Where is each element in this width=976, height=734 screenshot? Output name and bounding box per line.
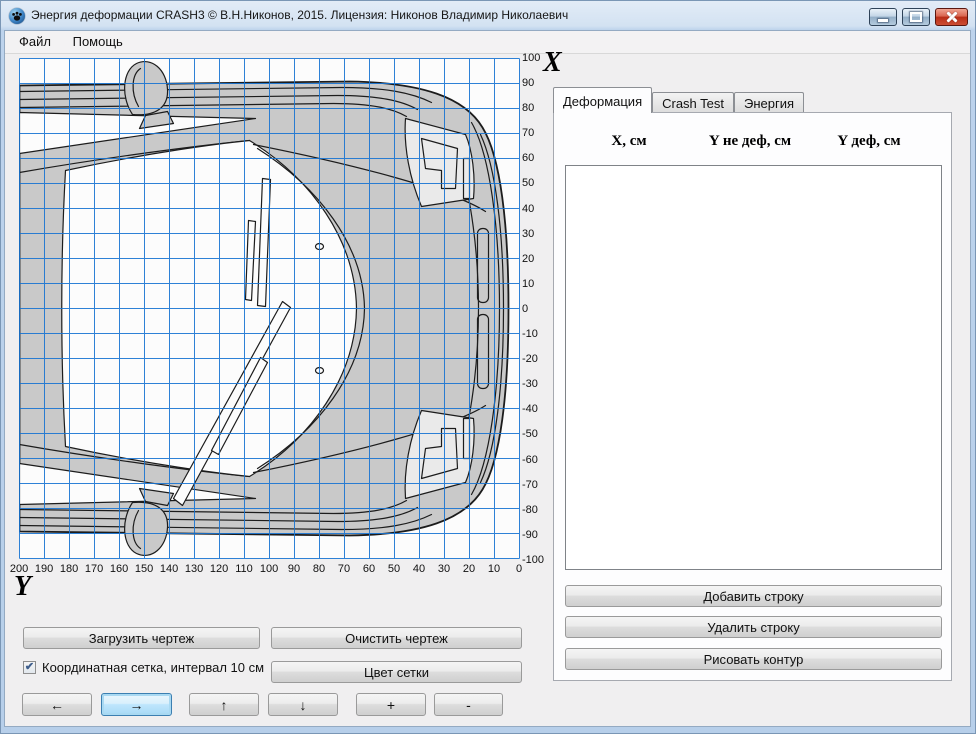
x-axis-ticks: 2001901801701601501401301201101009080706… xyxy=(13,563,525,575)
x-axis-tick: 190 xyxy=(38,563,50,575)
zoom-out-button[interactable]: - xyxy=(434,693,503,716)
pan-up-button[interactable]: ↑ xyxy=(189,693,259,716)
axis-label-y: Y xyxy=(14,571,31,603)
y-axis-tick: 100 xyxy=(522,51,552,65)
x-axis-tick: 140 xyxy=(163,563,175,575)
x-axis-tick: 150 xyxy=(138,563,150,575)
y-axis-tick: -60 xyxy=(522,453,552,467)
table-header-x: X, см xyxy=(574,133,684,150)
y-axis-tick: 90 xyxy=(522,76,552,90)
window-title: Энергия деформации CRASH3 © В.Н.Никонов,… xyxy=(31,8,568,22)
tab-deformation[interactable]: Деформация xyxy=(553,87,652,113)
tab-strip: Деформация Crash Test Энергия xyxy=(553,86,804,113)
x-axis-tick: 70 xyxy=(338,563,350,575)
y-axis-tick: -40 xyxy=(522,402,552,416)
table-header-y-undeformed: Y не деф, см xyxy=(692,133,808,150)
x-axis-tick: 80 xyxy=(313,563,325,575)
y-axis-tick: -10 xyxy=(522,327,552,341)
tab-energy[interactable]: Энергия xyxy=(734,92,804,113)
x-axis-tick: 50 xyxy=(388,563,400,575)
paw-icon xyxy=(9,8,25,24)
pan-right-button[interactable]: → xyxy=(101,693,172,716)
x-axis-tick: 180 xyxy=(63,563,75,575)
delete-row-button[interactable]: Удалить строку xyxy=(565,616,942,638)
car-drawing xyxy=(19,58,520,559)
x-axis-tick: 0 xyxy=(513,563,525,575)
app-icon xyxy=(9,8,25,24)
y-axis-tick: 40 xyxy=(522,202,552,216)
tab-crash-test[interactable]: Crash Test xyxy=(652,92,734,113)
x-axis-tick: 160 xyxy=(113,563,125,575)
client-area: Файл Помощь xyxy=(4,30,971,727)
grid-color-button[interactable]: Цвет сетки xyxy=(271,661,522,683)
x-axis-tick: 170 xyxy=(88,563,100,575)
maximize-icon xyxy=(910,12,922,22)
maximize-button[interactable] xyxy=(902,8,930,26)
menu-help[interactable]: Помощь xyxy=(64,31,132,49)
deformation-table[interactable] xyxy=(565,165,942,570)
y-axis-ticks: 1009080706050403020100-10-20-30-40-50-60… xyxy=(522,51,552,567)
clear-drawing-button[interactable]: Очистить чертеж xyxy=(271,627,522,649)
y-axis-tick: -100 xyxy=(522,553,552,567)
y-axis-tick: 70 xyxy=(522,126,552,140)
drawing-canvas[interactable] xyxy=(19,58,520,559)
table-header-y-deformed: Y деф, см xyxy=(812,133,926,150)
y-axis-tick: -20 xyxy=(522,352,552,366)
y-axis-tick: -80 xyxy=(522,503,552,517)
x-axis-tick: 120 xyxy=(213,563,225,575)
x-axis-tick: 200 xyxy=(13,563,25,575)
x-axis-tick: 130 xyxy=(188,563,200,575)
x-axis-tick: 90 xyxy=(288,563,300,575)
x-axis-tick: 30 xyxy=(438,563,450,575)
menu-file[interactable]: Файл xyxy=(10,31,60,49)
zoom-in-button[interactable]: + xyxy=(356,693,426,716)
coordinate-grid xyxy=(20,59,520,559)
load-drawing-button[interactable]: Загрузить чертеж xyxy=(23,627,260,649)
x-axis-tick: 60 xyxy=(363,563,375,575)
x-axis-tick: 110 xyxy=(238,563,250,575)
title-bar[interactable]: Энергия деформации CRASH3 © В.Н.Никонов,… xyxy=(0,0,976,30)
minimize-button[interactable] xyxy=(869,8,897,26)
grid-checkbox[interactable]: ✔ xyxy=(23,661,36,674)
y-axis-tick: 30 xyxy=(522,227,552,241)
add-row-button[interactable]: Добавить строку xyxy=(565,585,942,607)
y-axis-tick: 20 xyxy=(522,252,552,266)
x-axis-tick: 40 xyxy=(413,563,425,575)
deformation-tab-page: X, см Y не деф, см Y деф, см Добавить ст… xyxy=(553,112,952,681)
y-axis-tick: -50 xyxy=(522,427,552,441)
grid-checkbox-row: ✔ Координатная сетка, интервал 10 см xyxy=(23,660,264,675)
draw-contour-button[interactable]: Рисовать контур xyxy=(565,648,942,670)
y-axis-tick: 10 xyxy=(522,277,552,291)
y-axis-tick: 80 xyxy=(522,101,552,115)
x-axis-tick: 10 xyxy=(488,563,500,575)
y-axis-tick: -90 xyxy=(522,528,552,542)
pan-down-button[interactable]: ↓ xyxy=(268,693,338,716)
y-axis-tick: -70 xyxy=(522,478,552,492)
y-axis-tick: -30 xyxy=(522,377,552,391)
close-icon xyxy=(946,12,958,22)
close-button[interactable] xyxy=(935,8,968,26)
app-window: Энергия деформации CRASH3 © В.Н.Никонов,… xyxy=(0,0,976,734)
menu-bar: Файл Помощь xyxy=(5,31,970,54)
y-axis-tick: 0 xyxy=(522,302,552,316)
y-axis-tick: 50 xyxy=(522,176,552,190)
pan-left-button[interactable]: ← xyxy=(22,693,92,716)
y-axis-tick: 60 xyxy=(522,151,552,165)
x-axis-tick: 20 xyxy=(463,563,475,575)
minimize-icon xyxy=(878,19,888,22)
grid-checkbox-label[interactable]: Координатная сетка, интервал 10 см xyxy=(42,660,264,675)
x-axis-tick: 100 xyxy=(263,563,275,575)
